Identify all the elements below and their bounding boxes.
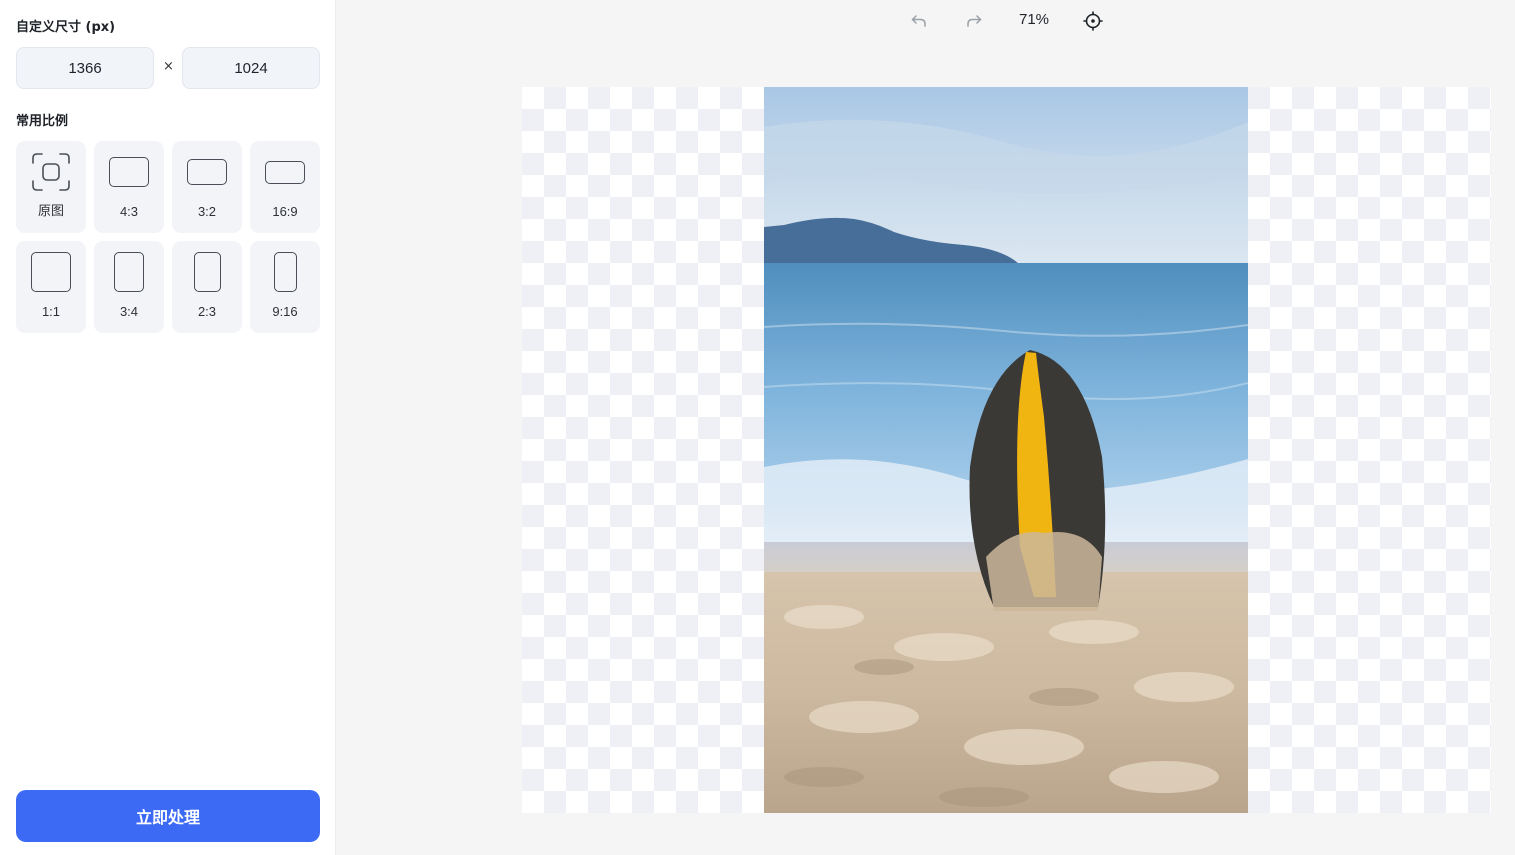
ratio-1-1-icon xyxy=(31,252,71,292)
undo-button[interactable] xyxy=(906,8,932,34)
ratio-option-4-3[interactable]: 4:3 xyxy=(94,141,164,233)
ratio-option-16-9[interactable]: 16:9 xyxy=(250,141,320,233)
ratio-option-3-2[interactable]: 3:2 xyxy=(172,141,242,233)
redo-icon xyxy=(967,15,982,27)
ratio-grid: 原图 4:3 3:2 16:9 1:1 3:4 2:3 9:16 xyxy=(16,141,320,333)
ratio-label: 1:1 xyxy=(41,304,61,319)
ratio-3-2-icon xyxy=(187,159,227,185)
ratios-title: 常用比例 xyxy=(16,114,69,129)
ratio-option-1-1[interactable]: 1:1 xyxy=(16,241,86,333)
ratio-option-9-16[interactable]: 9:16 xyxy=(250,241,320,333)
undo-icon xyxy=(911,15,926,27)
original-frame-icon xyxy=(32,153,70,191)
ratio-option-3-4[interactable]: 3:4 xyxy=(94,241,164,333)
ratio-3-4-icon xyxy=(114,252,144,292)
ratio-label: 2:3 xyxy=(197,304,217,319)
ratio-label: 3:4 xyxy=(119,304,139,319)
ratio-option-original[interactable]: 原图 xyxy=(16,141,86,233)
ratio-2-3-icon xyxy=(193,252,221,292)
height-input[interactable] xyxy=(182,47,320,89)
ratio-label: 原图 xyxy=(37,203,64,218)
ratio-label: 16:9 xyxy=(272,204,298,219)
ratio-4-3-icon xyxy=(109,157,149,187)
custom-size-title: 自定义尺寸 (px) xyxy=(16,20,116,35)
ratio-16-9-icon xyxy=(265,160,305,184)
redo-button[interactable] xyxy=(961,8,987,34)
center-view-button[interactable] xyxy=(1080,8,1106,34)
ratio-label: 3:2 xyxy=(197,204,217,219)
ratio-label: 4:3 xyxy=(119,204,139,219)
beach-surfboard-photo xyxy=(764,87,1248,813)
times-sign: × xyxy=(163,59,174,74)
ratio-option-2-3[interactable]: 2:3 xyxy=(172,241,242,333)
process-now-button[interactable]: 立即处理 xyxy=(16,790,320,842)
crosshair-icon xyxy=(1083,11,1103,31)
settings-sidebar: 自定义尺寸 (px) × 常用比例 原图 4:3 xyxy=(0,0,336,855)
preview-image[interactable] xyxy=(764,87,1248,813)
ratio-label: 9:16 xyxy=(272,304,298,319)
zoom-level: 71% xyxy=(1018,11,1050,28)
width-input[interactable] xyxy=(16,47,154,89)
ratio-9-16-icon xyxy=(273,252,297,292)
